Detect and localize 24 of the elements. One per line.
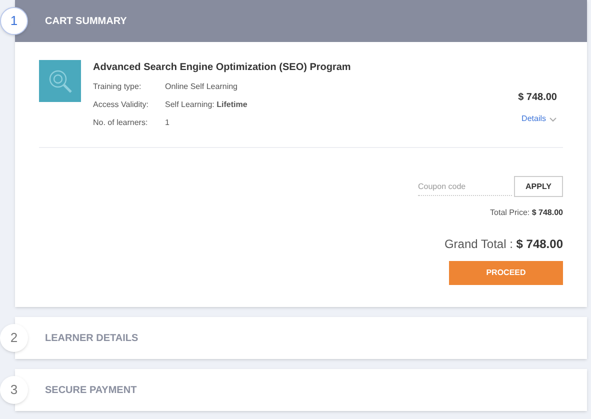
total-price-label: Total Price: xyxy=(490,208,530,217)
detail-value: Self Learning: Lifetime xyxy=(165,99,248,111)
step-number: 1 xyxy=(0,7,28,35)
grand-total-label: Grand Total : xyxy=(444,237,513,251)
step-title: SECURE PAYMENT xyxy=(45,384,137,398)
product-title: Advanced Search Engine Optimization (SEO) Program xyxy=(93,61,352,75)
detail-value: Online Self Learning xyxy=(165,81,238,93)
step-number: 3 xyxy=(0,376,28,404)
detail-label: No. of learners: xyxy=(93,117,149,129)
step-title: CART SUMMARY xyxy=(45,14,127,28)
chevron-down-icon xyxy=(549,116,557,122)
detail-label: Training type: xyxy=(93,81,142,93)
detail-value: 1 xyxy=(165,117,170,129)
details-link[interactable]: Details xyxy=(522,113,557,125)
step-header[interactable]: CART SUMMARY xyxy=(15,0,587,42)
item-price: $ 748.00 xyxy=(518,91,557,105)
coupon-field[interactable]: Coupon code xyxy=(418,178,512,196)
apply-button[interactable]: APPLY xyxy=(514,176,563,197)
step-number: 2 xyxy=(0,324,28,352)
total-price-value: $ 748.00 xyxy=(532,208,563,217)
proceed-button[interactable]: PROCEED xyxy=(449,261,563,285)
step-title: LEARNER DETAILS xyxy=(45,332,138,346)
grand-total-value: $ 748.00 xyxy=(516,237,563,251)
detail-label: Access Validity: xyxy=(93,99,150,111)
